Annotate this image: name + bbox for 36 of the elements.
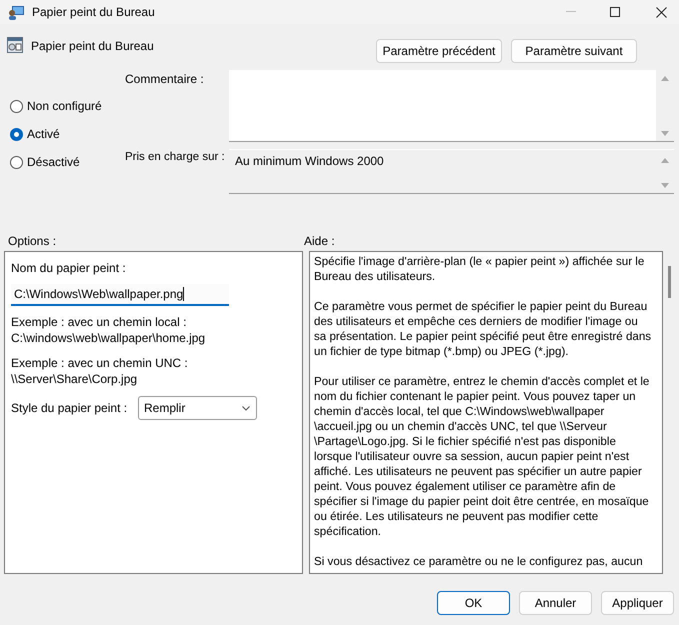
dropdown-value: Remplir [144, 400, 186, 417]
comment-field[interactable] [229, 70, 674, 142]
help-label: Aide : [304, 233, 335, 250]
dialog-button[interactable]: OK [437, 591, 510, 615]
select-label: Style du papier peint : [11, 400, 128, 417]
radio-button[interactable] [10, 100, 23, 112]
setting-title: Papier peint du Bureau [31, 38, 154, 55]
help-paragraph: Spécifie l'image d'arrière-plan (le « papier peint ») affichée sur le Bureau des utilisateurs. [314, 254, 646, 284]
supported-on-label: Pris en charge sur : [124, 150, 226, 165]
maximize-icon[interactable] [610, 7, 620, 17]
radio-label: Non configuré [27, 98, 102, 115]
example-text: Exemple : avec un chemin local : C:\windows\web\wallpaper\home.jpg [11, 314, 206, 346]
wallpaper-path-field[interactable]: C:\Windows\Web\wallpaper.png [11, 284, 229, 306]
help-paragraph: Si vous désactivez ce paramètre ou ne le configurez pas, aucun [314, 554, 644, 569]
radio-button[interactable] [10, 156, 23, 168]
nav-button[interactable]: Paramètre précédent [376, 39, 502, 63]
scrollbar-thumb[interactable] [668, 266, 671, 298]
example-text: Exemple : avec un chemin UNC : \\Server\Share\Corp.jpg [11, 355, 189, 387]
radio-button[interactable] [10, 128, 23, 140]
radio-label: Désactivé [27, 154, 80, 171]
comment-label: Commentaire : [124, 71, 205, 88]
dialog-button[interactable]: Appliquer [601, 591, 674, 615]
field-label: Nom du papier peint : [11, 260, 127, 277]
chevron-down-icon [242, 406, 250, 410]
dialog-button[interactable]: Annuler [519, 591, 592, 615]
help-paragraph: Ce paramètre vous permet de spécifier le papier peint du Bureau des utilisateurs et empêche ces derniers de modifier l'image ou sa présentation. Le papier peint spécifié peut être enregistré dans un fichier de type bitmap (*.bmp) ou JPEG (*.jpg). [314, 299, 652, 359]
nav-button[interactable]: Paramètre suivant [511, 39, 637, 63]
close-icon[interactable] [656, 6, 667, 18]
radio-label: Activé [27, 126, 60, 143]
supported-on-value: Au minimum Windows 2000 [234, 153, 384, 170]
options-label: Options : [7, 233, 58, 250]
window-title: Papier peint du Bureau [32, 4, 155, 21]
settings-page-icon [7, 37, 23, 53]
help-paragraph: Pour utiliser ce paramètre, entrez le chemin d'accès complet et le nom du fichier contenant le papier peint. Vous pouvez taper un chemin d'accès local, tel que C:\Windows\web\wallpaper \accueil.jpg ou un chemin d'accès UNC, tel que \\Serveur \Partage\Logo.jpg. Si le fichier spécifié n'est pas disponible lorsque l'utilisateur ouvre sa session, aucun papier peint n'est affiché. Les utilisateurs ne peuvent pas spécifier un autre papier peint. Vous pouvez également utiliser ce paramètre afin de spécifier si l'image du papier peint doit être centrée, en mosaïque ou étirée. Les utilisateurs ne peuvent pas modifier cette spécification. [314, 374, 650, 539]
computer-user-icon [8, 4, 25, 20]
wallpaper-style-dropdown[interactable]: Remplir [138, 396, 257, 420]
